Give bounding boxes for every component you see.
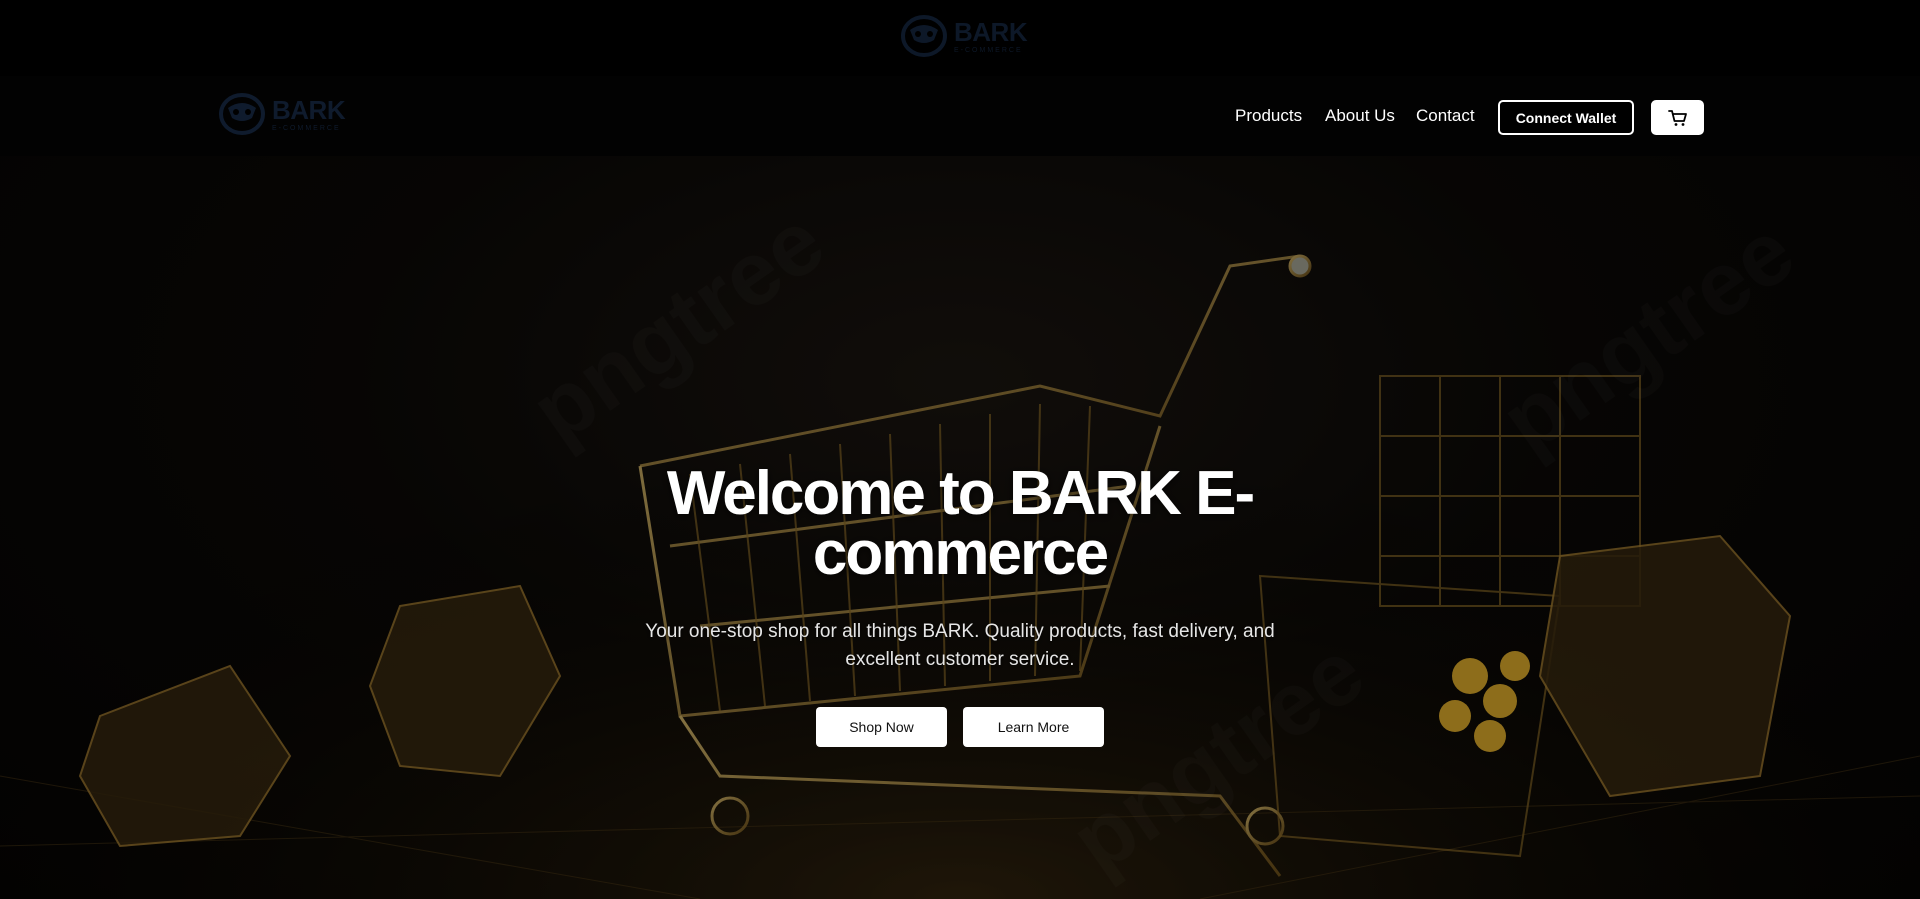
- hero-title: Welcome to BARK E- commerce: [560, 459, 1360, 588]
- top-logo[interactable]: BARK E-COMMERCE: [900, 14, 1028, 58]
- nav-link-contact[interactable]: Contact: [1416, 106, 1475, 126]
- bark-logo-icon: [901, 15, 947, 57]
- top-logo-text: BARK: [954, 16, 1028, 47]
- connect-wallet-button[interactable]: Connect Wallet: [1498, 100, 1634, 135]
- hero-subtitle: Your one-stop shop for all things BARK. …: [630, 618, 1290, 674]
- hero-subtitle-line1: Your one-stop shop for all things BARK. …: [645, 621, 1275, 642]
- top-logo-tagline: E-COMMERCE: [954, 46, 1023, 54]
- nav-logo-tagline: E-COMMERCE: [272, 124, 341, 132]
- hero-section: pngtree pngtree pngtree Welcome to BARK …: [0, 156, 1920, 899]
- hero-subtitle-line2: excellent customer service.: [845, 649, 1075, 670]
- nav-logo[interactable]: BARK E-COMMERCE: [218, 92, 346, 136]
- bark-logo-icon: [219, 93, 265, 135]
- nav-link-about-us[interactable]: About Us: [1325, 106, 1395, 126]
- cart-icon: [1667, 109, 1687, 126]
- nav-logo-text: BARK: [272, 94, 346, 125]
- hero-title-line1: Welcome to BARK E-: [666, 459, 1255, 528]
- hero-title-line2: commerce: [812, 519, 1109, 588]
- nav-link-products[interactable]: Products: [1235, 106, 1302, 126]
- shop-now-button[interactable]: Shop Now: [816, 707, 947, 747]
- learn-more-button[interactable]: Learn More: [963, 707, 1104, 747]
- cart-button[interactable]: [1651, 100, 1704, 135]
